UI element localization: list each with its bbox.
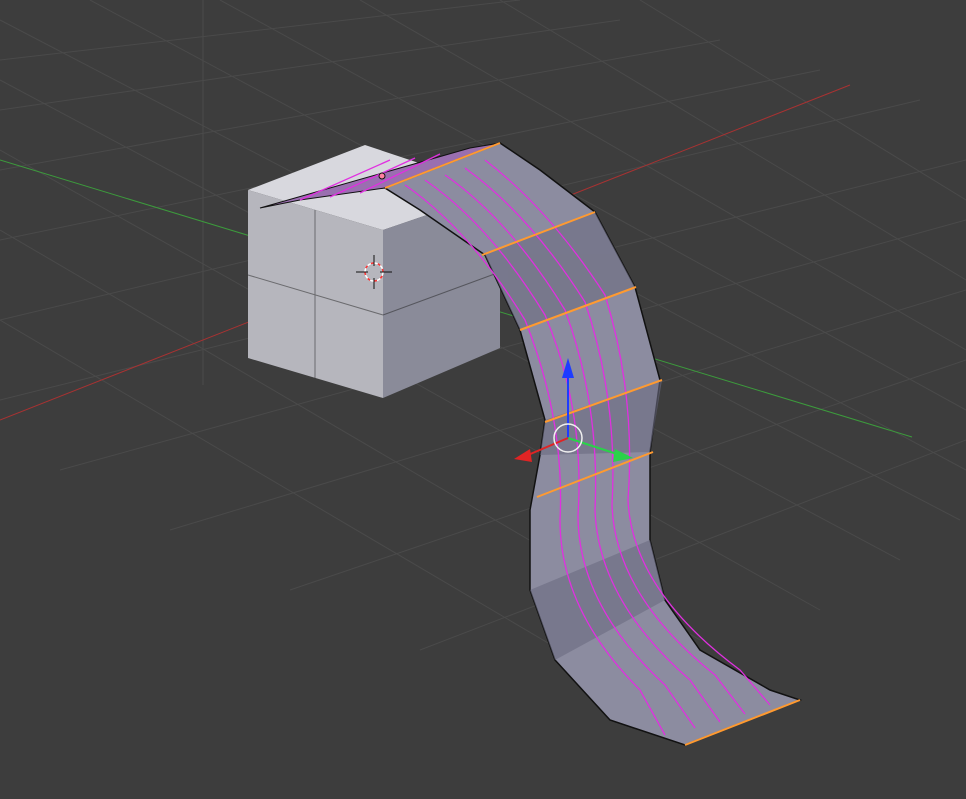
viewport-canvas[interactable] xyxy=(0,0,966,799)
selected-vertex[interactable] xyxy=(378,172,386,180)
gizmo-x-arrow-icon[interactable] xyxy=(514,449,532,462)
3d-viewport[interactable] xyxy=(0,0,966,799)
